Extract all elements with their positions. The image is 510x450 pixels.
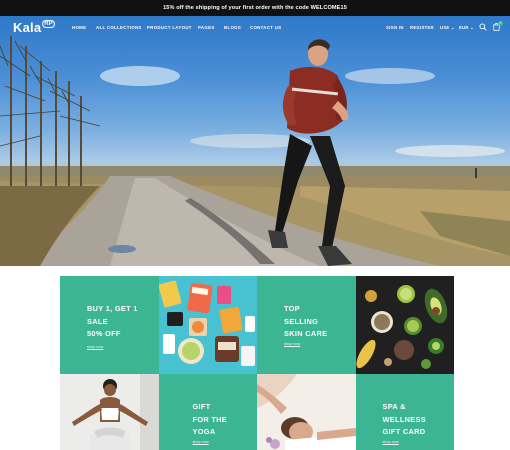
- chevron-down-icon: ⌄: [470, 25, 475, 30]
- brand-logo[interactable]: Kala RP: [13, 20, 56, 35]
- nav-contact-us[interactable]: CONTACT US: [250, 25, 281, 30]
- promo-tile-yoga[interactable]: GIFT FOR THE YOGA shop now: [158, 374, 257, 450]
- promo-tile-skin-care[interactable]: TOP SELLING SKIN CARE shop now: [257, 276, 356, 374]
- promo-tile-bogo[interactable]: BUY 1, GET 1 SALE 50% OFF shop now: [60, 276, 159, 374]
- promo-line: GIFT CARD: [382, 427, 426, 436]
- promo-line: BUY 1, GET 1: [87, 304, 138, 313]
- promo-line: FOR THE: [192, 414, 228, 424]
- hero-banner[interactable]: [0, 16, 510, 266]
- promo-line: SALE: [87, 316, 108, 326]
- cart-count-badge: 0: [498, 21, 503, 26]
- currency-value: EUR: [459, 25, 469, 30]
- promo-line: SELLING: [284, 316, 319, 326]
- shop-now-link[interactable]: shop now: [284, 342, 300, 346]
- nav-pages[interactable]: PAGES: [198, 25, 215, 30]
- yoga-woman-image: [60, 374, 159, 450]
- shop-now-link[interactable]: shop now: [87, 345, 103, 349]
- promo-line: 50% OFF: [87, 329, 121, 338]
- nav-all-collections[interactable]: ALL COLLECTIONS: [96, 25, 142, 30]
- hero-runner-illustration: [0, 36, 510, 266]
- promo-line: YOGA: [192, 427, 216, 436]
- nav-product-layout[interactable]: PRODUCT LAYOUT: [147, 25, 192, 30]
- promo-line: SKIN CARE: [284, 329, 328, 338]
- language-value: USE: [440, 25, 450, 30]
- brand-name: Kala: [13, 20, 42, 35]
- spa-image: [257, 374, 356, 450]
- brand-badge: RP: [42, 20, 56, 28]
- shop-now-link[interactable]: shop now: [383, 440, 399, 444]
- search-icon[interactable]: [479, 23, 487, 31]
- products-image: [158, 276, 257, 374]
- announcement-bar: 15% off the shipping of your first order…: [0, 0, 510, 16]
- promo-line: WELLNESS: [382, 414, 426, 424]
- promo-line: TOP: [284, 304, 300, 313]
- shop-now-link[interactable]: shop now: [193, 440, 209, 444]
- nav-blogs[interactable]: BLOGS: [224, 25, 241, 30]
- language-select[interactable]: USE ⌄: [440, 25, 455, 30]
- currency-select[interactable]: EUR ⌄: [459, 25, 474, 30]
- chevron-down-icon: ⌄: [450, 25, 455, 30]
- supplements-illustration: [158, 276, 257, 374]
- food-image: [355, 276, 454, 374]
- promo-grid: BUY 1, GET 1 SALE 50% OFF shop now TOP S…: [60, 276, 454, 450]
- nav-home[interactable]: HOME: [72, 25, 86, 30]
- spa-massage-illustration: [257, 374, 356, 450]
- sign-in-link[interactable]: SIGN IN: [386, 25, 404, 30]
- promo-line: GIFT: [192, 402, 211, 411]
- register-link[interactable]: REGISTER: [410, 25, 434, 30]
- yoga-woman-illustration: [60, 374, 159, 450]
- promo-tile-spa-gift-card[interactable]: SPA & WELLNESS GIFT CARD shop now: [355, 374, 454, 450]
- promo-line: SPA &: [382, 402, 406, 411]
- healthy-food-illustration: [355, 276, 454, 374]
